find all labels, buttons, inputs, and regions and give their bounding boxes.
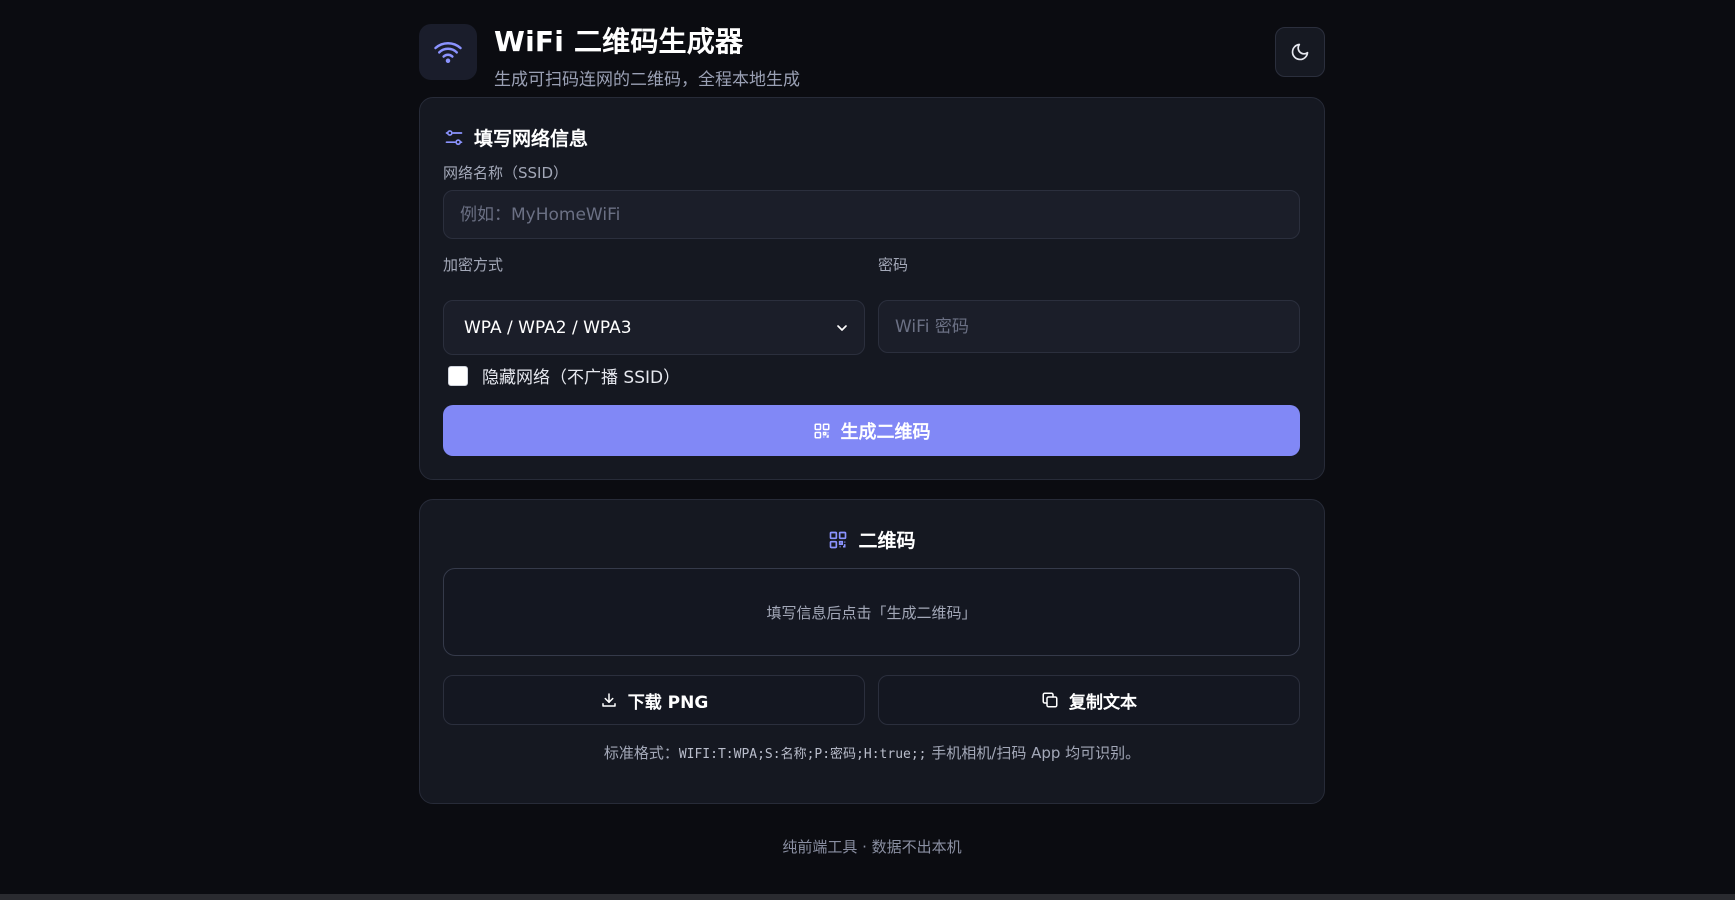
app-container: WiFi 二维码生成器 生成可扫码连网的二维码，全程本地生成 填写网络信息 网络…	[419, 0, 1325, 856]
network-form-card: 填写网络信息 网络名称（SSID） 加密方式 WPA / WPA2 / WPA3…	[419, 97, 1325, 480]
qr-preview-area: 填写信息后点击「生成二维码」	[443, 568, 1300, 656]
qr-section-title-text: 二维码	[858, 530, 916, 552]
generate-qr-label: 生成二维码	[840, 421, 931, 443]
qr-result-card: 二维码 填写信息后点击「生成二维码」 下载 PNG 复制文本 标准格式：WIFI…	[419, 499, 1325, 804]
page-subtitle: 生成可扫码连网的二维码，全程本地生成	[494, 70, 800, 90]
hidden-network-label: 隐藏网络（不广播 SSID）	[482, 368, 681, 388]
ssid-label: 网络名称（SSID）	[443, 164, 569, 182]
qr-code-icon	[830, 531, 847, 548]
chevron-down-icon	[837, 325, 847, 331]
header: WiFi 二维码生成器 生成可扫码连网的二维码，全程本地生成	[419, 0, 1325, 96]
copy-text-button[interactable]: 复制文本	[878, 675, 1300, 725]
download-icon	[601, 693, 616, 707]
copy-text-label: 复制文本	[1069, 692, 1137, 713]
hidden-network-checkbox[interactable]	[448, 365, 468, 386]
generate-qr-button[interactable]: 生成二维码	[443, 405, 1300, 456]
encryption-select[interactable]: WPA / WPA2 / WPA3	[443, 300, 865, 355]
encryption-select-value: WPA / WPA2 / WPA3	[464, 317, 632, 338]
form-section-title: 填写网络信息	[444, 124, 588, 151]
sliders-icon	[445, 129, 463, 145]
theme-toggle-button[interactable]	[1275, 27, 1325, 77]
qr-section-title: 二维码	[420, 526, 1324, 553]
format-hint-code: WIFI:T:WPA;S:名称;P:密码;H:true;;	[678, 747, 927, 762]
qr-placeholder-text: 填写信息后点击「生成二维码」	[766, 603, 977, 622]
wifi-icon	[434, 41, 462, 64]
form-section-title-text: 填写网络信息	[474, 128, 589, 150]
download-png-button[interactable]: 下载 PNG	[443, 675, 865, 725]
qr-code-icon	[814, 423, 829, 438]
encryption-label: 加密方式	[443, 256, 504, 274]
format-hint: 标准格式：WIFI:T:WPA;S:名称;P:密码;H:true;; 手机相机/…	[420, 742, 1324, 763]
hidden-network-row: 隐藏网络（不广播 SSID）	[448, 363, 680, 388]
format-hint-suffix: 手机相机/扫码 App 均可识别。	[926, 744, 1141, 762]
copy-icon	[1042, 692, 1058, 708]
page-title: WiFi 二维码生成器	[494, 25, 744, 58]
password-label: 密码	[878, 256, 909, 274]
format-hint-prefix: 标准格式：	[603, 744, 679, 762]
moon-icon	[1291, 43, 1309, 61]
ssid-input[interactable]	[443, 190, 1300, 239]
download-png-label: 下载 PNG	[627, 692, 709, 713]
password-input[interactable]	[878, 300, 1300, 353]
footer-note: 纯前端工具 · 数据不出本机	[782, 838, 962, 856]
wifi-logo	[419, 24, 477, 80]
bottom-bar	[0, 894, 1735, 900]
